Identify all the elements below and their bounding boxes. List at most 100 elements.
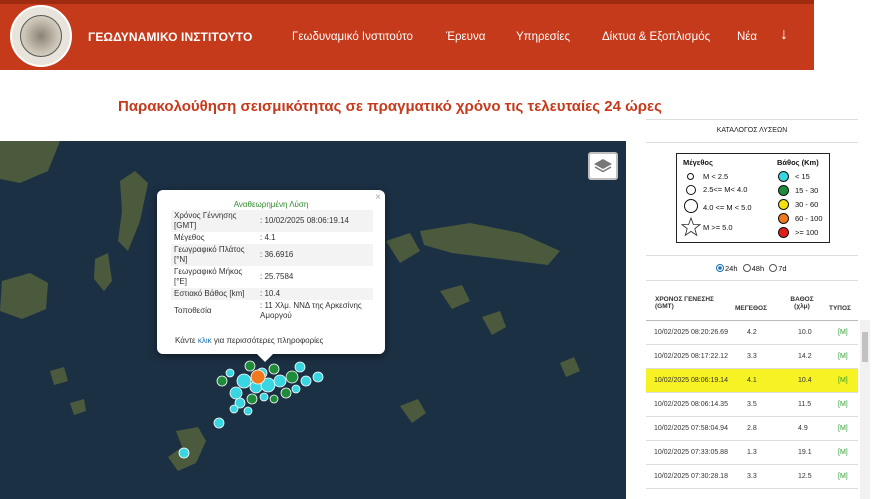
island-shape bbox=[386, 233, 420, 263]
more-info: Κάντε κλικ για περισσότερες πληροφορίες bbox=[175, 336, 323, 345]
detail-row: Τοποθεσία : 11 Χλμ. ΝΝΔ της Αρκεσίνης Αμο… bbox=[171, 300, 373, 322]
col-header-mag[interactable]: ΜΕΓΕΘΟΣ bbox=[735, 305, 767, 312]
detail-value: : 10.4 bbox=[257, 288, 373, 300]
cell-depth: 11.5 bbox=[798, 401, 812, 408]
depth-label: < 15 bbox=[795, 172, 810, 181]
cell-mag: 3.5 bbox=[747, 401, 757, 408]
detail-label: Χρόνος Γέννησης [GMT] bbox=[171, 210, 257, 232]
cell-type[interactable]: [M] bbox=[838, 377, 848, 384]
table-row[interactable]: 10/02/2025 08:06:14.35 3.5 11.5 [M] bbox=[646, 393, 858, 416]
cell-mag: 3.3 bbox=[747, 353, 757, 360]
nav-item-research[interactable]: Έρευνα bbox=[446, 31, 485, 43]
cell-type[interactable]: [M] bbox=[838, 425, 848, 432]
legend-box: Μέγεθος Βάθος (Km) M < 2.5 2.5<= M< 4.0 … bbox=[676, 153, 830, 243]
cell-time: 10/02/2025 07:58:04.94 bbox=[654, 425, 728, 432]
cell-time: 10/02/2025 07:33:05.88 bbox=[654, 449, 728, 456]
radio-7d[interactable] bbox=[769, 264, 778, 272]
depth-swatch bbox=[778, 171, 789, 182]
detail-value: : 36.6916 bbox=[257, 244, 373, 266]
radio-label: 7d bbox=[778, 264, 787, 273]
arrow-down-icon[interactable]: ↓ bbox=[780, 26, 788, 44]
nav-item-institute[interactable]: Γεωδυναμικό Ινστιτούτο bbox=[292, 31, 413, 43]
table-row[interactable]: 10/02/2025 08:20:26.69 4.2 10.0 [M] bbox=[646, 321, 858, 344]
island-shape bbox=[94, 253, 112, 291]
cell-mag: 2.8 bbox=[747, 425, 757, 432]
institute-logo[interactable] bbox=[10, 5, 72, 67]
island-shape bbox=[560, 357, 580, 377]
cell-type[interactable]: [M] bbox=[838, 329, 848, 336]
more-prefix: Κάντε bbox=[175, 336, 198, 345]
star-icon bbox=[681, 217, 701, 237]
table-row-selected[interactable]: 10/02/2025 08:06:19.14 4.1 10.4 [M] bbox=[646, 369, 858, 392]
island-shape bbox=[482, 311, 506, 335]
layers-icon[interactable] bbox=[588, 152, 618, 180]
brand-name[interactable]: ΓΕΩΔΥΝΑΜΙΚΟ ΙΝΣΤΙΤΟΥΤΟ bbox=[88, 30, 252, 44]
radio-24h[interactable] bbox=[716, 264, 724, 272]
popup-title: Αναθεωρημένη Λύση bbox=[233, 200, 309, 209]
col-header-type[interactable]: ΤΥΠΟΣ bbox=[829, 305, 851, 312]
more-suffix: για περισσότερες πληροφορίες bbox=[211, 336, 324, 345]
detail-value: : 4.1 bbox=[260, 233, 276, 242]
cell-depth: 19.1 bbox=[798, 449, 812, 456]
cell-mag: 4.2 bbox=[747, 329, 757, 336]
detail-value: : 10/02/2025 08:06:19.14 bbox=[257, 210, 373, 232]
divider bbox=[646, 119, 858, 120]
cell-mag: 4.1 bbox=[747, 377, 757, 384]
detail-label: Μέγεθος bbox=[174, 233, 205, 242]
depth-title: Βάθος (Km) bbox=[777, 158, 819, 167]
detail-row: Γεωγραφικό Μήκος [°E]: 25.7584 bbox=[171, 266, 373, 288]
detail-row: Χρόνος Γέννησης [GMT]: 10/02/2025 08:06:… bbox=[171, 210, 373, 232]
mag-circle-small bbox=[687, 173, 694, 180]
depth-swatch bbox=[778, 199, 789, 210]
depth-label: 15 - 30 bbox=[795, 186, 819, 195]
table-row[interactable]: 10/02/2025 08:17:22.12 3.3 14.2 [M] bbox=[646, 345, 858, 368]
detail-value: : 11 Χλμ. ΝΝΔ της Αρκεσίνης Αμοργού bbox=[260, 301, 362, 320]
table-row[interactable]: 10/02/2025 07:30:28.18 3.3 12.5 [M] bbox=[646, 465, 858, 488]
magnitude-title: Μέγεθος bbox=[683, 158, 713, 167]
detail-label: Τοποθεσία bbox=[174, 306, 212, 315]
detail-row: Εστιακό Βάθος [km]: 10.4 bbox=[171, 288, 373, 300]
island-shape bbox=[0, 141, 60, 183]
more-link[interactable]: κλικ bbox=[198, 336, 212, 345]
col-header-depth[interactable]: ΒΑΘΟΣ (χλμ) bbox=[787, 296, 817, 310]
island-shape bbox=[400, 399, 426, 423]
divider bbox=[646, 488, 858, 489]
cell-depth: 14.2 bbox=[798, 353, 812, 360]
detail-label: Γεωγραφικό Πλάτος [°N] bbox=[171, 244, 257, 266]
radio-label: 48h bbox=[751, 264, 765, 273]
cell-type[interactable]: [M] bbox=[838, 353, 848, 360]
radio-48h[interactable] bbox=[742, 264, 751, 272]
divider bbox=[646, 255, 858, 256]
radio-label: 24h bbox=[725, 264, 738, 273]
scrollbar-thumb[interactable] bbox=[862, 332, 868, 362]
table-row[interactable]: 10/02/2025 07:33:05.88 1.3 19.1 [M] bbox=[646, 441, 858, 464]
cell-type[interactable]: [M] bbox=[838, 449, 848, 456]
cell-time: 10/02/2025 08:17:22.12 bbox=[654, 353, 728, 360]
cell-depth: 4.9 bbox=[798, 425, 808, 432]
table-row[interactable]: 10/02/2025 07:58:04.94 2.8 4.9 [M] bbox=[646, 417, 858, 440]
cell-type[interactable]: [M] bbox=[838, 473, 848, 480]
event-popup: × Αναθεωρημένη Λύση Χρόνος Γέννησης [GMT… bbox=[157, 190, 385, 362]
table-scrollbar[interactable] bbox=[860, 320, 870, 499]
cell-mag: 1.3 bbox=[747, 449, 757, 456]
cell-time: 10/02/2025 08:06:14.35 bbox=[654, 401, 728, 408]
mag-circle-large bbox=[684, 199, 698, 213]
cell-time: 10/02/2025 08:06:19.14 bbox=[654, 377, 728, 384]
page-title: Παρακολούθηση σεισμικότητας σε πραγματικ… bbox=[118, 98, 662, 115]
nav-item-news[interactable]: Νέα bbox=[737, 31, 757, 43]
depth-swatch bbox=[778, 213, 789, 224]
island-shape bbox=[0, 273, 48, 319]
nav-item-services[interactable]: Υπηρεσίες bbox=[516, 31, 570, 43]
col-header-time[interactable]: ΧΡΟΝΟΣ ΓΕΝΕΣΗΣ (GMT) bbox=[655, 296, 725, 310]
nav-item-networks[interactable]: Δίκτυα & Εξοπλισμός bbox=[602, 31, 710, 43]
cell-type[interactable]: [M] bbox=[838, 401, 848, 408]
event-details: Χρόνος Γέννησης [GMT]: 10/02/2025 08:06:… bbox=[171, 210, 373, 322]
depth-label: 60 - 100 bbox=[795, 214, 823, 223]
island-shape bbox=[50, 367, 68, 385]
period-selector: 24h 48h 7d bbox=[716, 264, 787, 273]
detail-label: Γεωγραφικό Μήκος [°E] bbox=[174, 267, 243, 286]
mag-label: M < 2.5 bbox=[703, 172, 729, 181]
catalog-title: ΚΑΤΑΛΟΓΟΣ ΛΥΣΕΩΝ bbox=[716, 127, 788, 134]
cell-time: 10/02/2025 08:20:26.69 bbox=[654, 329, 728, 336]
depth-swatch bbox=[778, 227, 789, 238]
